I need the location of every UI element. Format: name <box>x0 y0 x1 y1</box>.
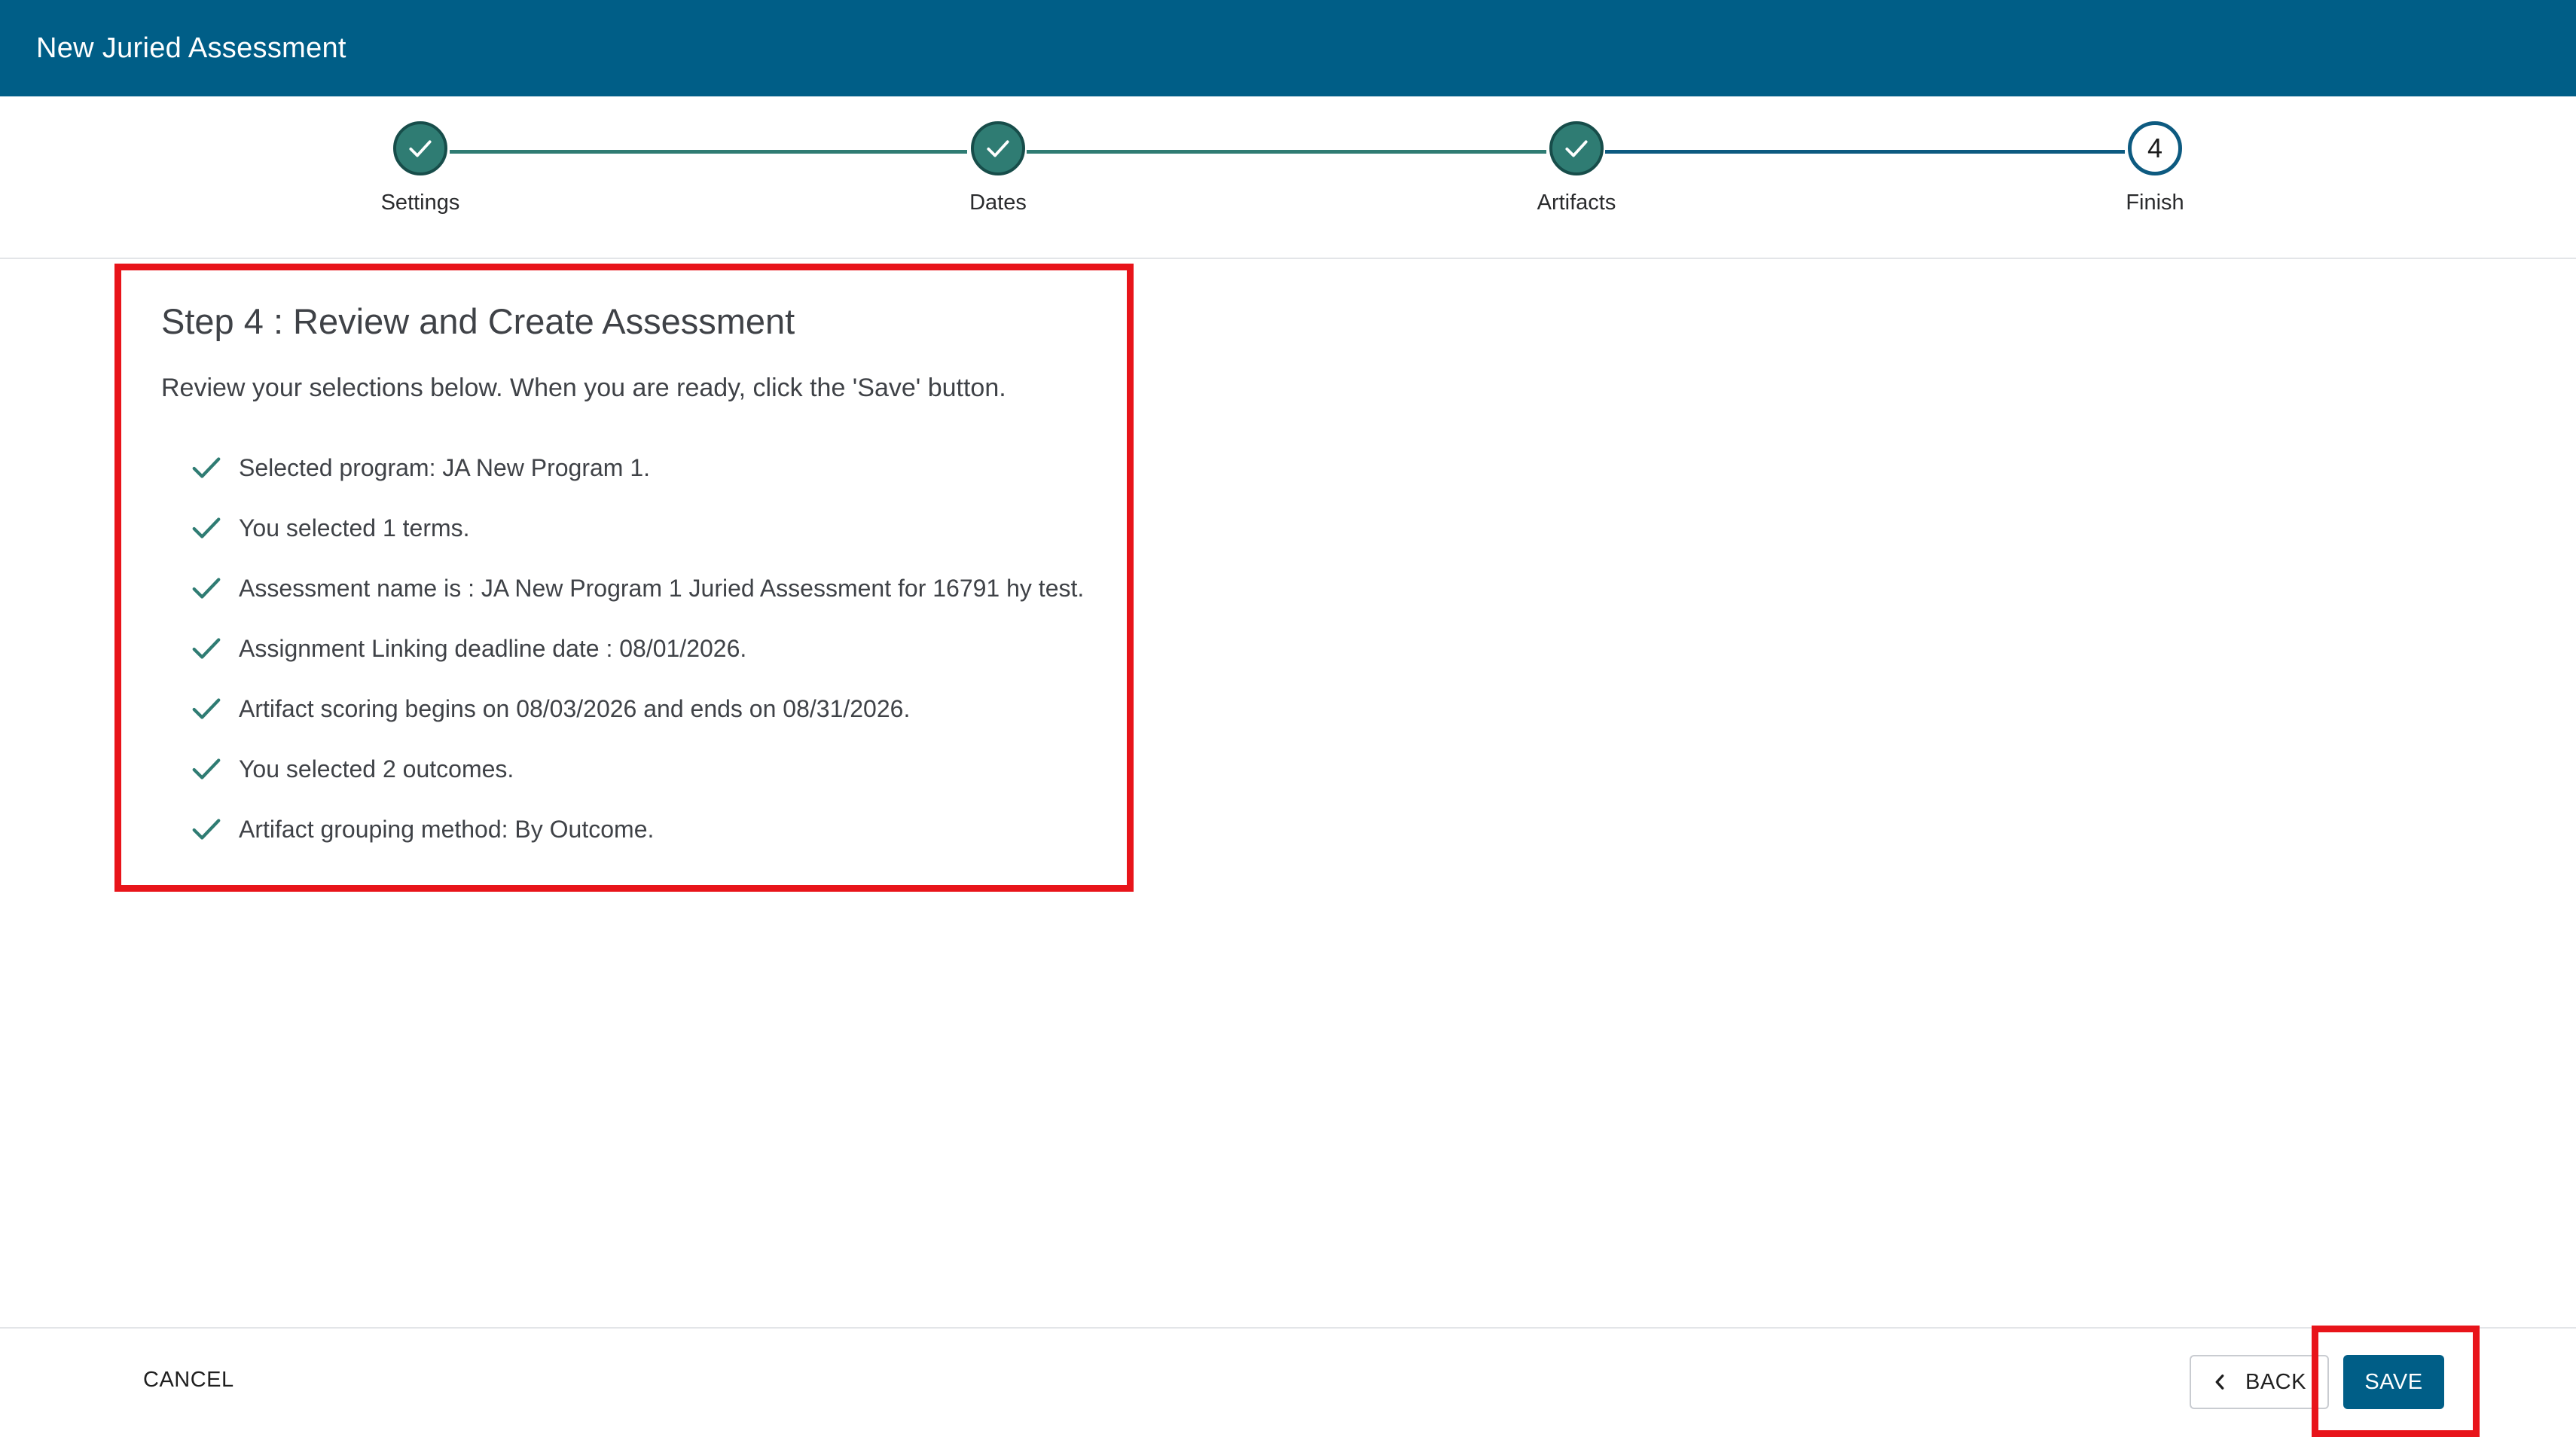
progress-stepper: Settings Dates Artifacts 4 Finish <box>0 96 2576 259</box>
save-button[interactable]: SAVE <box>2343 1355 2444 1409</box>
wizard-footer: CANCEL BACK SAVE <box>0 1326 2576 1437</box>
step-complete-indicator <box>971 121 1025 175</box>
list-item: Selected program: JA New Program 1. <box>189 438 1084 498</box>
step-connector <box>1605 150 2125 154</box>
step-label: Settings <box>380 191 460 215</box>
step-connector <box>450 150 967 154</box>
list-item: Artifact scoring begins on 08/03/2026 an… <box>189 679 1084 739</box>
check-icon <box>192 698 221 719</box>
check-icon <box>192 819 221 840</box>
review-heading: Step 4 : Review and Create Assessment <box>161 301 795 341</box>
step-connector <box>1027 150 1546 154</box>
step-settings[interactable]: Settings <box>322 121 518 215</box>
review-instructions: Review your selections below. When you a… <box>161 374 1006 402</box>
review-item-text: You selected 1 terms. <box>239 514 470 542</box>
step-label: Dates <box>969 191 1027 215</box>
review-summary-panel: Step 4 : Review and Create Assessment Re… <box>114 264 1134 892</box>
review-item-text: Assignment Linking deadline date : 08/01… <box>239 634 747 662</box>
review-item-text: Assessment name is : JA New Program 1 Ju… <box>239 574 1085 602</box>
step-complete-indicator <box>393 121 447 175</box>
check-icon <box>192 457 221 478</box>
chevron-left-icon <box>2215 1374 2224 1390</box>
review-item-text: You selected 2 outcomes. <box>239 755 514 783</box>
list-item: Assignment Linking deadline date : 08/01… <box>189 618 1084 679</box>
list-item: You selected 1 terms. <box>189 498 1084 558</box>
step-finish: 4 Finish <box>2057 121 2253 215</box>
step-number: 4 <box>2147 133 2163 163</box>
check-icon <box>409 140 432 157</box>
check-icon <box>192 578 221 599</box>
page-title: New Juried Assessment <box>36 32 346 64</box>
review-item-text: Artifact scoring begins on 08/03/2026 an… <box>239 694 911 722</box>
review-item-text: Artifact grouping method: By Outcome. <box>239 815 655 843</box>
check-icon <box>1565 140 1588 157</box>
check-icon <box>192 517 221 538</box>
review-checklist: Selected program: JA New Program 1. You … <box>189 438 1084 859</box>
step-artifacts[interactable]: Artifacts <box>1479 121 1674 215</box>
list-item: Assessment name is : JA New Program 1 Ju… <box>189 558 1084 618</box>
list-item: You selected 2 outcomes. <box>189 739 1084 799</box>
back-button[interactable]: BACK <box>2190 1355 2329 1409</box>
check-icon <box>192 638 221 659</box>
step-current-indicator: 4 <box>2128 121 2182 175</box>
step-complete-indicator <box>1549 121 1604 175</box>
step-label: Artifacts <box>1537 191 1616 215</box>
list-item: Artifact grouping method: By Outcome. <box>189 799 1084 859</box>
step-dates[interactable]: Dates <box>900 121 1096 215</box>
check-icon <box>987 140 1009 157</box>
review-item-text: Selected program: JA New Program 1. <box>239 453 651 481</box>
cancel-button[interactable]: CANCEL <box>143 1368 234 1393</box>
check-icon <box>192 758 221 780</box>
back-button-label: BACK <box>2245 1369 2306 1394</box>
step-label: Finish <box>2126 191 2184 215</box>
app-header: New Juried Assessment <box>0 0 2576 96</box>
